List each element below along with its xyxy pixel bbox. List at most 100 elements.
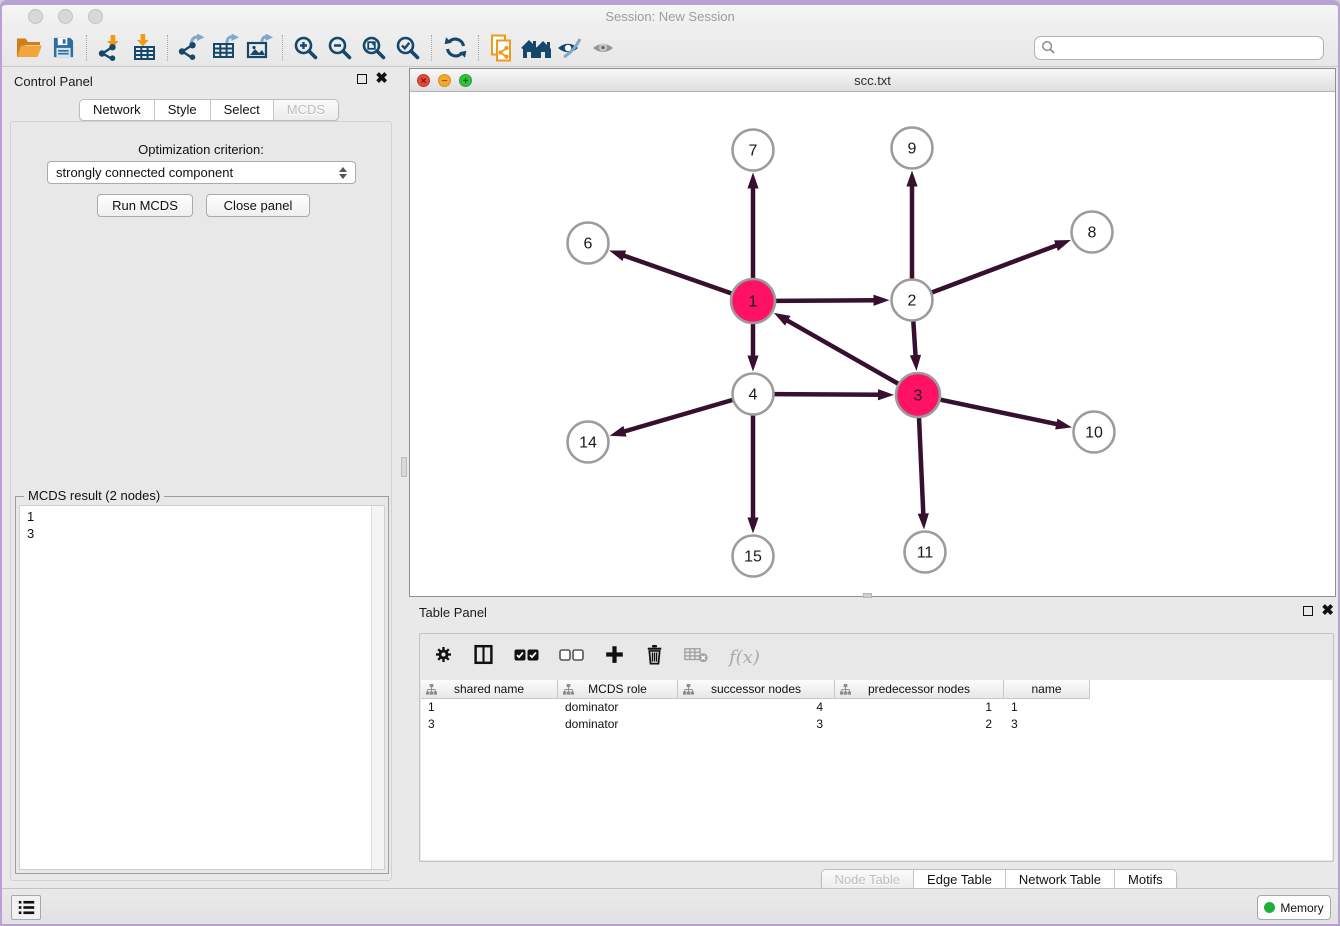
- tab-motifs[interactable]: Motifs: [1115, 870, 1176, 890]
- network-canvas[interactable]: 1234678910111415: [410, 92, 1335, 596]
- float-table-panel-icon[interactable]: [1303, 606, 1313, 616]
- duplicate-network-icon[interactable]: [485, 33, 519, 63]
- select-all-icon[interactable]: [514, 648, 539, 666]
- tab-select[interactable]: Select: [211, 100, 274, 120]
- edge-2-8[interactable]: [932, 244, 1061, 293]
- arrowhead-3-11: [918, 513, 929, 529]
- task-list-button[interactable]: [11, 895, 41, 920]
- edge-3-10[interactable]: [941, 400, 1062, 425]
- column-header-predecessor-nodes[interactable]: predecessor nodes: [835, 680, 1004, 699]
- node-label-1: 1: [749, 294, 758, 311]
- cell-name[interactable]: 1: [1004, 699, 1090, 716]
- export-table-icon[interactable]: [208, 33, 242, 63]
- mcds-result-title: MCDS result (2 nodes): [24, 488, 164, 503]
- tab-network-table[interactable]: Network Table: [1006, 870, 1115, 890]
- cell-shared-name[interactable]: 1: [421, 699, 558, 716]
- vertical-splitter-grip[interactable]: [401, 457, 407, 477]
- import-network-icon[interactable]: [93, 33, 127, 63]
- tab-style[interactable]: Style: [155, 100, 211, 120]
- tab-node-table[interactable]: Node Table: [822, 870, 915, 890]
- cell-predecessor-nodes[interactable]: 1: [835, 699, 1004, 716]
- node-label-9: 9: [908, 141, 917, 158]
- result-line: 3: [27, 525, 384, 542]
- tab-network[interactable]: Network: [80, 100, 155, 120]
- mcds-result-list[interactable]: 13: [19, 505, 385, 870]
- result-scrollbar[interactable]: [371, 506, 384, 869]
- run-mcds-button[interactable]: Run MCDS: [97, 194, 193, 217]
- cell-predecessor-nodes[interactable]: 2: [835, 716, 1004, 733]
- node-label-11: 11: [917, 545, 934, 562]
- edge-1-6[interactable]: [620, 254, 732, 293]
- network-window-title: scc.txt: [410, 73, 1335, 88]
- column-header-MCDS-role[interactable]: MCDS role: [558, 680, 678, 699]
- table-row[interactable]: 3dominator323: [421, 716, 1332, 733]
- mcds-tab-content: Optimization criterion: strongly connect…: [10, 121, 392, 881]
- edge-3-1[interactable]: [783, 318, 898, 383]
- status-bar: Memory: [2, 888, 1338, 924]
- list-icon: [17, 899, 36, 916]
- open-session-icon[interactable]: [12, 33, 46, 63]
- table-row[interactable]: 1dominator411: [421, 699, 1332, 716]
- float-panel-icon[interactable]: [357, 74, 367, 84]
- cell-successor-nodes[interactable]: 4: [678, 699, 835, 716]
- deselect-all-icon[interactable]: [559, 648, 584, 666]
- arrowhead-1-2: [873, 295, 889, 306]
- hide-selected-icon[interactable]: [553, 33, 587, 63]
- arrowhead-1-7: [747, 173, 758, 189]
- node-label-2: 2: [908, 293, 917, 310]
- criterion-select[interactable]: strongly connected component: [47, 161, 356, 184]
- delete-table-icon: [684, 646, 709, 669]
- zoom-selected-icon[interactable]: [391, 33, 425, 63]
- tab-mcds[interactable]: MCDS: [274, 100, 338, 120]
- delete-row-icon[interactable]: [645, 644, 664, 670]
- tab-edge-table[interactable]: Edge Table: [914, 870, 1006, 890]
- cell-MCDS-role[interactable]: dominator: [558, 716, 678, 733]
- cell-name[interactable]: 3: [1004, 716, 1090, 733]
- add-row-icon[interactable]: [604, 644, 625, 670]
- memory-button[interactable]: Memory: [1257, 895, 1331, 920]
- search-input[interactable]: [1056, 41, 1317, 55]
- refresh-icon[interactable]: [438, 33, 472, 63]
- zoom-in-icon[interactable]: [289, 33, 323, 63]
- cell-MCDS-role[interactable]: dominator: [558, 699, 678, 716]
- search-icon: [1041, 40, 1056, 55]
- close-panel-icon[interactable]: ✖: [375, 73, 388, 85]
- application-window: Session: New Session: [0, 0, 1340, 926]
- settings-gear-icon[interactable]: [434, 645, 453, 669]
- zoom-fit-icon[interactable]: [357, 33, 391, 63]
- network-window-titlebar[interactable]: × − + scc.txt: [410, 69, 1335, 92]
- window-title: Session: New Session: [2, 9, 1338, 24]
- node-table[interactable]: shared nameMCDS rolesuccessor nodesprede…: [421, 680, 1332, 860]
- cell-successor-nodes[interactable]: 3: [678, 716, 835, 733]
- arrowhead-2-8: [1054, 240, 1071, 251]
- cell-shared-name[interactable]: 3: [421, 716, 558, 733]
- criterion-value: strongly connected component: [56, 165, 339, 180]
- columns-icon[interactable]: [473, 644, 494, 670]
- column-header-name[interactable]: name: [1004, 680, 1090, 699]
- import-table-icon[interactable]: [127, 33, 161, 63]
- close-panel-button[interactable]: Close panel: [206, 194, 310, 217]
- home-icon[interactable]: [519, 33, 553, 63]
- edge-4-3[interactable]: [774, 394, 883, 395]
- search-box[interactable]: [1034, 36, 1324, 60]
- mcds-result-group: MCDS result (2 nodes) 13: [15, 496, 389, 874]
- main-toolbar: [2, 29, 1338, 67]
- save-session-icon[interactable]: [46, 33, 80, 63]
- edge-1-2[interactable]: [776, 300, 879, 301]
- edge-4-14[interactable]: [620, 400, 732, 433]
- column-header-successor-nodes[interactable]: successor nodes: [678, 680, 835, 699]
- show-all-icon[interactable]: [587, 33, 621, 63]
- export-network-icon[interactable]: [174, 33, 208, 63]
- edge-3-11[interactable]: [919, 418, 923, 519]
- node-label-8: 8: [1088, 225, 1097, 242]
- horizontal-splitter-grip[interactable]: [863, 593, 872, 598]
- close-table-panel-icon[interactable]: ✖: [1321, 605, 1334, 617]
- column-header-shared-name[interactable]: shared name: [421, 680, 558, 699]
- hierarchy-column-icon: [683, 684, 694, 695]
- node-label-3: 3: [914, 388, 923, 405]
- edge-2-3[interactable]: [913, 321, 915, 360]
- control-panel: Control Panel ✖ NetworkStyleSelectMCDS O…: [2, 68, 398, 895]
- export-image-icon[interactable]: [242, 33, 276, 63]
- control-panel-title: Control Panel: [14, 74, 93, 89]
- zoom-out-icon[interactable]: [323, 33, 357, 63]
